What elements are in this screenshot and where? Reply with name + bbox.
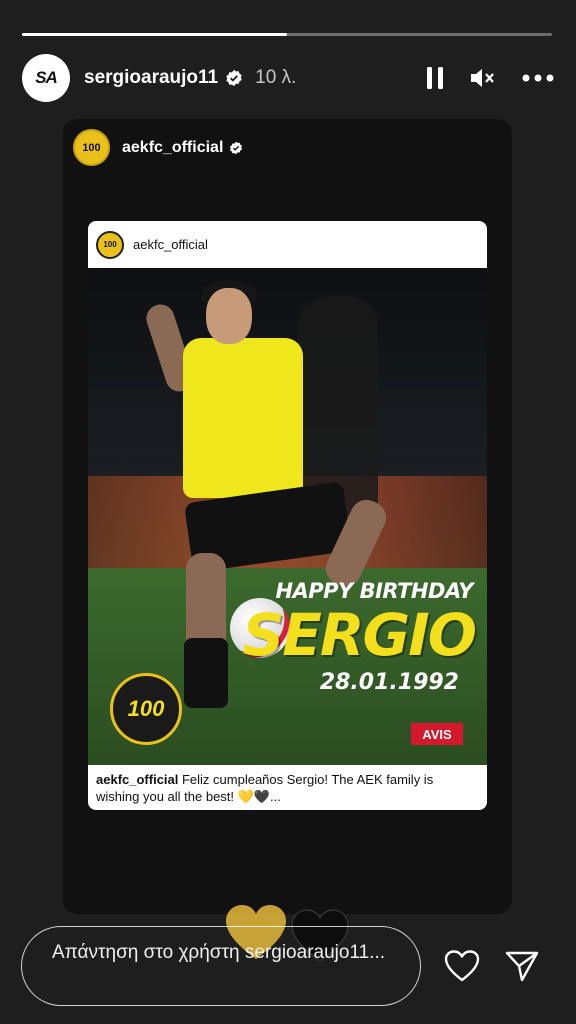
post-header: 100 aekfc_official	[88, 221, 487, 268]
greeting-text: HAPPY BIRTHDAY	[275, 579, 473, 603]
centenary-badge: 100	[110, 673, 182, 745]
club-logo: 100	[73, 129, 110, 166]
player-name-text: SERGIO	[242, 601, 477, 669]
verified-badge-icon	[230, 141, 243, 154]
player-sock	[184, 638, 228, 708]
send-icon[interactable]	[504, 948, 540, 984]
post-caption: aekfc_official Feliz cumpleaños Sergio! …	[88, 765, 487, 810]
username[interactable]: sergioaraujo11	[84, 67, 218, 89]
story-progress-fill	[22, 33, 287, 36]
like-heart-icon[interactable]	[444, 948, 480, 984]
post-account-name: aekfc_official	[133, 237, 208, 252]
avatar[interactable]: SA	[22, 54, 70, 102]
verified-badge-icon	[226, 69, 242, 87]
birthday-poster-image: HAPPY BIRTHDAY SERGIO 28.01.1992 100 AVI…	[88, 268, 487, 765]
pause-icon[interactable]	[426, 67, 444, 89]
player-head	[206, 288, 252, 344]
story-progress-bar	[22, 33, 552, 36]
embedded-post[interactable]: 100 aekfc_official HAPPY BIRTHDAY SERGIO…	[88, 221, 487, 810]
player-jersey	[183, 338, 303, 498]
more-icon[interactable]	[522, 74, 554, 82]
club-logo: 100	[96, 230, 124, 259]
reply-input[interactable]: Απάντηση στο χρήστη sergioaraujo11...	[21, 926, 421, 1006]
shared-account-name[interactable]: aekfc_official	[122, 139, 223, 157]
caption-username: aekfc_official	[96, 772, 179, 787]
birth-date-text: 28.01.1992	[319, 670, 459, 695]
shared-post-card[interactable]: 100 aekfc_official 100 aekfc_official HA…	[63, 119, 512, 914]
sponsor-logo: AVIS	[411, 723, 463, 745]
story-header: SA sergioaraujo11 10 λ.	[22, 54, 554, 102]
story-time: 10 λ.	[255, 67, 297, 88]
mute-icon[interactable]	[470, 67, 496, 89]
shared-post-header[interactable]: 100 aekfc_official	[73, 129, 243, 166]
